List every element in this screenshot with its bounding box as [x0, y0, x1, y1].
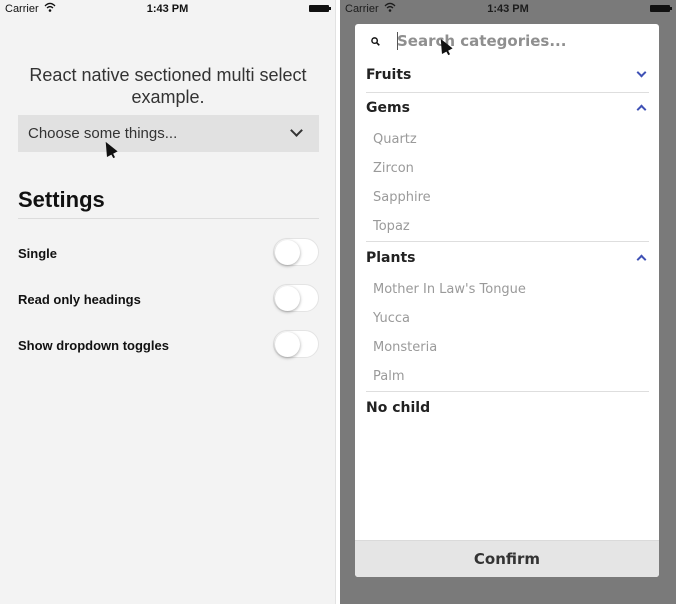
example-title: React native sectioned multi select exam… [29, 65, 307, 107]
status-time: 1:43 PM [146, 3, 189, 15]
select-modal-screen: Carrier 1:43 PM Fruits Gems Quartz Z [340, 0, 676, 604]
item-palm[interactable]: Palm [373, 363, 643, 389]
status-bar: Carrier 1:43 PM [0, 0, 335, 18]
setting-label: Read only headings [18, 292, 141, 307]
item-topaz[interactable]: Topaz [373, 213, 643, 239]
battery-icon [309, 5, 331, 12]
chevron-up-icon[interactable] [636, 254, 647, 265]
chevron-down-icon[interactable] [636, 67, 647, 78]
status-bar: Carrier 1:43 PM [340, 0, 676, 18]
chevron-up-icon[interactable] [636, 104, 647, 115]
read-only-headings-toggle[interactable] [273, 284, 319, 312]
settings-screen: Carrier 1:43 PM React native sectioned m… [0, 0, 336, 604]
toggle-knob [275, 240, 300, 265]
setting-row-read-only-headings: Read only headings [18, 284, 319, 314]
item-yucca[interactable]: Yucca [373, 305, 643, 331]
category-header-no-child[interactable]: No child [366, 393, 649, 423]
item-monsteria[interactable]: Monsteria [373, 334, 643, 360]
search-bar [355, 24, 659, 58]
category-divider [366, 391, 649, 392]
multi-select-dropdown[interactable]: Choose some things... [18, 115, 319, 152]
toggle-knob [275, 332, 300, 357]
search-icon [371, 37, 380, 46]
setting-label: Single [18, 246, 58, 261]
settings-divider [18, 218, 319, 219]
setting-label: Show dropdown toggles [18, 338, 169, 353]
text-cursor [397, 32, 398, 50]
setting-row-show-dropdown-toggles: Show dropdown toggles [18, 330, 319, 360]
category-name: Fruits [366, 67, 412, 83]
category-header-gems[interactable]: Gems [366, 93, 649, 123]
category-name: Gems [366, 100, 410, 116]
show-dropdown-toggles-toggle[interactable] [273, 330, 319, 358]
category-name: No child [366, 400, 431, 416]
setting-row-single: Single [18, 238, 319, 268]
category-header-fruits[interactable]: Fruits [366, 60, 649, 90]
select-modal: Fruits Gems Quartz Zircon Sapphire Topaz… [355, 24, 659, 577]
dropdown-placeholder: Choose some things... [28, 125, 178, 142]
category-divider [366, 241, 649, 242]
confirm-label: Confirm [473, 550, 541, 568]
item-quartz[interactable]: Quartz [373, 126, 643, 152]
toggle-knob [275, 286, 300, 311]
settings-heading: Settings [18, 187, 105, 212]
category-name: Plants [366, 250, 416, 266]
item-mother-in-laws-tongue[interactable]: Mother In Law's Tongue [373, 276, 643, 302]
status-time: 1:43 PM [487, 3, 529, 15]
chevron-down-icon [290, 124, 303, 137]
battery-icon [650, 5, 672, 12]
item-zircon[interactable]: Zircon [373, 155, 643, 181]
item-sapphire[interactable]: Sapphire [373, 184, 643, 210]
category-header-plants[interactable]: Plants [366, 243, 649, 273]
single-toggle[interactable] [273, 238, 319, 266]
confirm-button[interactable]: Confirm [355, 540, 659, 577]
